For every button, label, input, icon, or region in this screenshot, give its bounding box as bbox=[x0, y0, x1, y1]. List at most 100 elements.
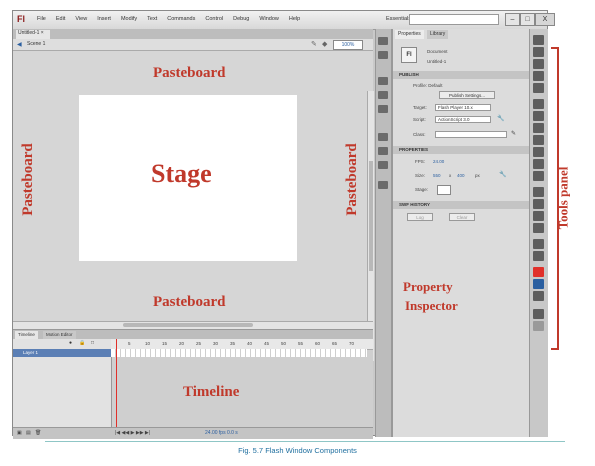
target-label: Target: bbox=[413, 105, 427, 110]
menu-file[interactable]: File bbox=[37, 16, 46, 22]
layer-row[interactable]: Layer 1 bbox=[13, 349, 111, 357]
code-snippets-icon[interactable] bbox=[378, 133, 388, 141]
3d-rotation-tool-icon[interactable] bbox=[533, 71, 544, 81]
edit-symbol-icon[interactable]: ◆ bbox=[322, 40, 327, 48]
rectangle-tool-icon[interactable] bbox=[533, 135, 544, 145]
tab-properties[interactable]: Properties bbox=[395, 30, 424, 39]
paint-bucket-tool-icon[interactable] bbox=[533, 199, 544, 209]
wrench-icon[interactable]: 🔧 bbox=[497, 115, 504, 122]
outline-icon[interactable]: □ bbox=[91, 340, 94, 346]
height-value[interactable]: 400 bbox=[457, 173, 465, 178]
edit-scene-icon[interactable]: ✎ bbox=[311, 40, 317, 48]
eye-icon[interactable]: ● bbox=[69, 340, 72, 346]
playback-controls-icon[interactable]: |◀ ◀◀ ▶ ▶▶ ▶| bbox=[115, 430, 150, 436]
menu-view[interactable]: View bbox=[75, 16, 87, 22]
publish-settings-button[interactable]: Publish Settings... bbox=[439, 91, 495, 99]
hand-tool-icon[interactable] bbox=[533, 239, 544, 249]
stage[interactable]: Stage bbox=[79, 95, 297, 261]
brush-tool-icon[interactable] bbox=[533, 159, 544, 169]
menu-control[interactable]: Control bbox=[205, 16, 223, 22]
target-select[interactable]: Flash Player 10.x bbox=[435, 104, 491, 111]
document-tab[interactable]: Untitled-1 × bbox=[16, 30, 50, 39]
history-icon[interactable] bbox=[378, 181, 388, 189]
bone-tool-icon[interactable] bbox=[533, 187, 544, 197]
eraser-tool-icon[interactable] bbox=[533, 223, 544, 233]
menu-commands[interactable]: Commands bbox=[167, 16, 195, 22]
width-value[interactable]: 550 bbox=[433, 173, 441, 178]
lock-icon[interactable]: 🔒 bbox=[79, 340, 85, 346]
clear-button[interactable]: Clear bbox=[449, 213, 475, 221]
menu-debug[interactable]: Debug bbox=[233, 16, 249, 22]
pencil-tool-icon[interactable] bbox=[533, 147, 544, 157]
zoom-select[interactable]: 100% bbox=[333, 40, 363, 50]
close-button[interactable]: X bbox=[535, 13, 555, 26]
text-tool-icon[interactable] bbox=[533, 111, 544, 121]
edit-document-icon[interactable]: 🔧 bbox=[499, 171, 506, 178]
menu-help[interactable]: Help bbox=[289, 16, 300, 22]
scene-label[interactable]: Scene 1 bbox=[27, 41, 45, 47]
fps-value[interactable]: 24.00 bbox=[433, 159, 444, 164]
swf-history-section-header[interactable]: SWF HISTORY bbox=[393, 201, 529, 209]
pasteboard[interactable]: Pasteboard Stage Pasteboard Pasteboard P… bbox=[13, 51, 374, 361]
vertical-scroll-thumb[interactable] bbox=[369, 161, 373, 271]
script-select[interactable]: ActionScript 3.0 bbox=[435, 116, 491, 123]
menu-insert[interactable]: Insert bbox=[97, 16, 111, 22]
pen-tool-icon[interactable] bbox=[533, 99, 544, 109]
line-tool-icon[interactable] bbox=[533, 123, 544, 133]
playhead[interactable] bbox=[116, 339, 117, 427]
tab-motion-editor[interactable]: Motion Editor bbox=[43, 331, 76, 339]
menu-edit[interactable]: Edit bbox=[56, 16, 65, 22]
horizontal-scrollbar[interactable] bbox=[13, 321, 373, 329]
fill-color-icon[interactable] bbox=[533, 279, 544, 289]
pasteboard-bottom-label: Pasteboard bbox=[153, 294, 226, 310]
frame-number: 50 bbox=[281, 341, 287, 346]
swap-colors-icon[interactable] bbox=[533, 291, 544, 301]
lasso-tool-icon[interactable] bbox=[533, 83, 544, 93]
color-panel-icon[interactable] bbox=[378, 37, 388, 45]
timeline-label: Timeline bbox=[183, 384, 240, 400]
selection-tool-icon[interactable] bbox=[533, 35, 544, 45]
stage-color-swatch[interactable] bbox=[437, 185, 451, 195]
tab-library[interactable]: Library bbox=[427, 30, 449, 39]
log-button[interactable]: Log bbox=[407, 213, 433, 221]
delete-layer-icon[interactable]: 🗑 bbox=[35, 430, 41, 436]
tab-timeline[interactable]: Timeline bbox=[15, 331, 38, 339]
smooth-icon[interactable] bbox=[533, 321, 544, 331]
frame-number: 10 bbox=[145, 341, 151, 346]
subselection-tool-icon[interactable] bbox=[533, 47, 544, 57]
help-search-input[interactable] bbox=[409, 14, 499, 25]
menu-text[interactable]: Text bbox=[147, 16, 157, 22]
motion-presets-icon[interactable] bbox=[378, 161, 388, 169]
document-name[interactable]: Untitled-1 bbox=[427, 59, 446, 64]
back-arrow-icon[interactable]: ◀ bbox=[17, 41, 22, 48]
minimize-button[interactable]: – bbox=[505, 13, 520, 26]
stroke-color-icon[interactable] bbox=[533, 267, 544, 277]
class-input[interactable] bbox=[435, 131, 507, 138]
new-folder-icon[interactable]: ▤ bbox=[26, 430, 31, 436]
components-icon[interactable] bbox=[378, 147, 388, 155]
free-transform-tool-icon[interactable] bbox=[533, 59, 544, 69]
pencil-icon[interactable]: ✎ bbox=[511, 130, 516, 137]
layer-name[interactable]: Layer 1 bbox=[23, 350, 38, 355]
transform-icon[interactable] bbox=[378, 105, 388, 113]
pasteboard-right-label: Pasteboard bbox=[343, 143, 360, 216]
info-icon[interactable] bbox=[378, 91, 388, 99]
new-layer-icon[interactable]: ▣ bbox=[17, 430, 22, 436]
deco-tool-icon[interactable] bbox=[533, 171, 544, 181]
swatches-icon[interactable] bbox=[378, 51, 388, 59]
snap-to-objects-icon[interactable] bbox=[533, 309, 544, 319]
pasteboard-left-label: Pasteboard bbox=[19, 143, 36, 216]
menu-window[interactable]: Window bbox=[259, 16, 279, 22]
menu-bar: Fl File Edit View Insert Modify Text Com… bbox=[13, 11, 555, 30]
zoom-tool-icon[interactable] bbox=[533, 251, 544, 261]
menu-modify[interactable]: Modify bbox=[121, 16, 137, 22]
align-icon[interactable] bbox=[378, 77, 388, 85]
window-controls: – □ X bbox=[505, 13, 555, 26]
horizontal-scroll-thumb[interactable] bbox=[123, 323, 253, 327]
properties-section-header[interactable]: PROPERTIES bbox=[393, 146, 529, 154]
publish-section-header[interactable]: PUBLISH bbox=[393, 71, 529, 79]
size-label: Size: bbox=[415, 173, 426, 178]
frame-cells[interactable] bbox=[111, 349, 367, 357]
eyedropper-tool-icon[interactable] bbox=[533, 211, 544, 221]
maximize-button[interactable]: □ bbox=[520, 13, 535, 26]
